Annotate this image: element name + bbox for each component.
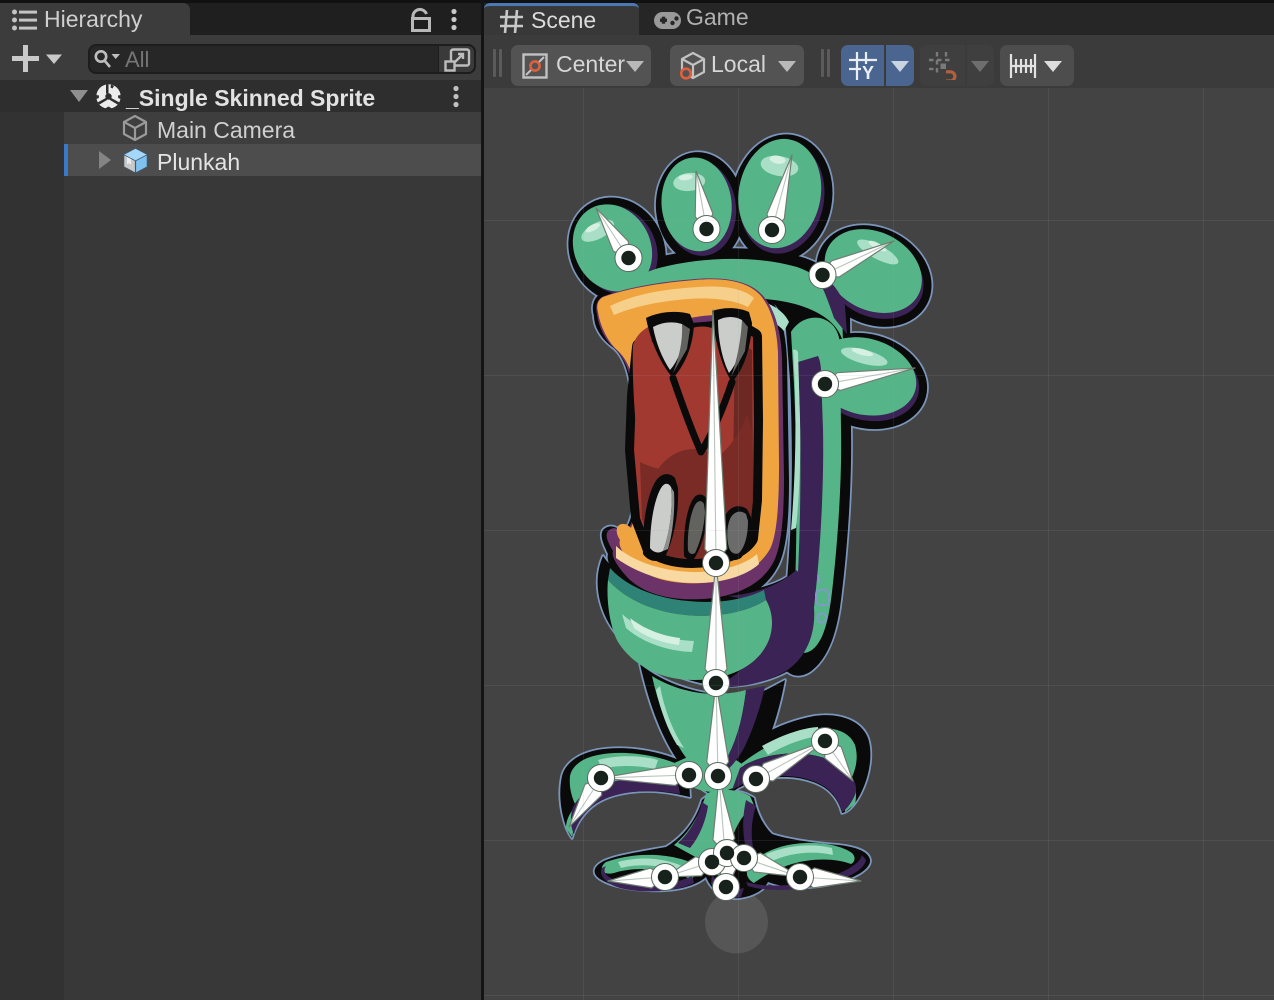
svg-text:Y: Y: [862, 63, 874, 80]
